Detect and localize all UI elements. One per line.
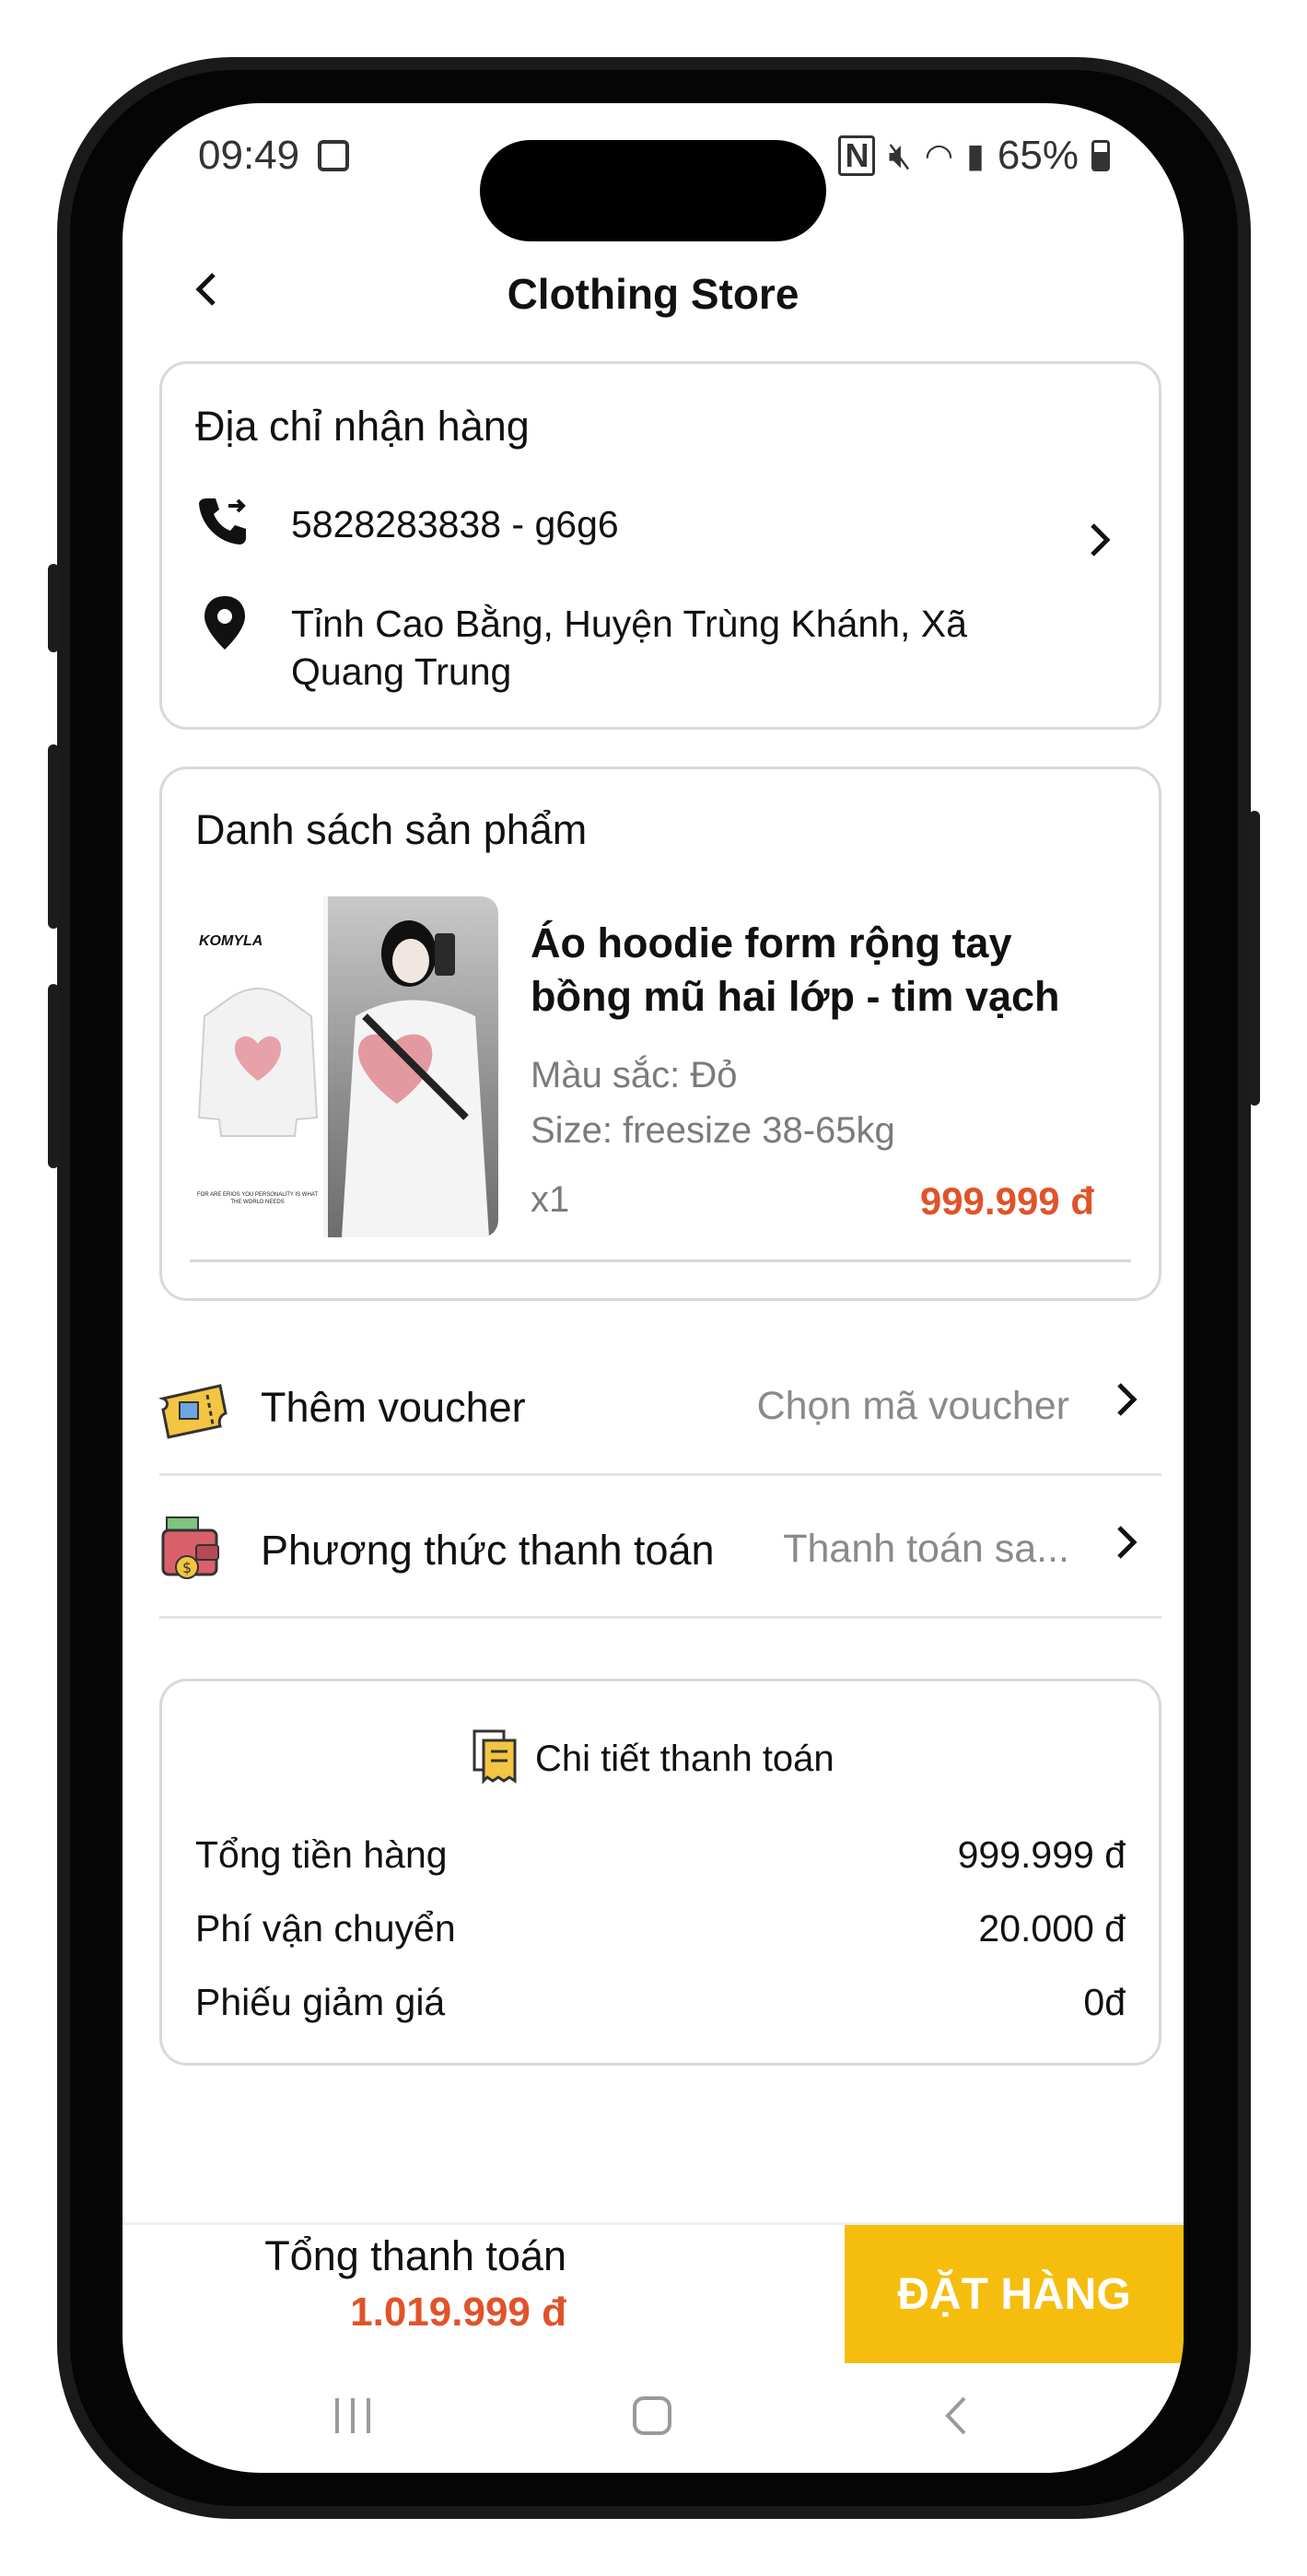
battery-label: 65% [997,133,1079,178]
product-model-photo [328,896,498,1237]
mute-icon: 🔇︎ [888,135,912,176]
hoodie-flat-illustration [197,988,319,1137]
wifi-icon: ◠ [924,136,954,174]
subtotal-row: Tổng tiền hàng 999.999 đ [195,1833,1126,1877]
total-value: 1.019.999 đ [350,2289,566,2335]
payment-method-value: Thanh toán sa... [783,1527,1069,1571]
product-size: Size: freesize 38-65kg [531,1110,895,1151]
product-image-caption: FOR ARE ERIOS YOU PERSONALITY IS WHAT TH… [196,1192,319,1205]
receipt-icon [471,1727,519,1789]
product-image[interactable]: KOMYLA FOR ARE ERIOS YOU PERSONALITY IS … [190,896,498,1237]
product-color: Màu sắc: Đỏ [531,1055,738,1095]
product-brand-logo: KOMYLA [199,933,263,949]
discount-label: Phiếu giảm giá [195,1981,446,2023]
product-divider [190,1259,1131,1262]
dynamic-island [480,140,826,241]
shipping-fee-value: 20.000 đ [978,1907,1126,1950]
voucher-ticket-icon [158,1382,229,1446]
chevron-right-icon [1115,1521,1139,1572]
recent-apps-button[interactable] [330,2388,376,2452]
page-title: Clothing Store [507,270,799,318]
address-phone: 5828283838 - g6g6 [291,503,619,545]
shipping-fee-label: Phí vận chuyển [195,1907,456,1950]
screen: 09:49 N 🔇︎ ◠ ▮ 65% Clothing Store Địa ch… [123,103,1184,2473]
header: Clothing Store [123,232,1184,343]
place-order-button[interactable]: ĐẶT HÀNG [845,2225,1184,2363]
status-icons: N 🔇︎ ◠ ▮ 65% [838,133,1110,179]
voucher-label: Thêm voucher [261,1384,526,1431]
address-detail: Tỉnh Cao Bằng, Huyện Trùng Khánh, Xã Qua… [291,603,967,693]
signal-icon: ▮ [966,136,985,174]
product-price: 999.999 đ [919,1179,1094,1223]
voucher-value: Chọn mã voucher [756,1384,1069,1428]
recent-apps-icon [335,2398,370,2433]
product-name: Áo hoodie form rộng tay bồng mũ hai lớp … [531,919,1060,1020]
address-section-title: Địa chỉ nhận hàng [195,403,530,450]
side-button [1249,811,1260,1106]
svg-text:$: $ [182,1559,192,1576]
side-button [48,564,59,652]
shipping-fee-row: Phí vận chuyển 20.000 đ [195,1907,1126,1950]
products-section-title: Danh sách sản phẩm [195,806,588,853]
system-nav-bar [123,2379,1184,2471]
discount-row: Phiếu giảm giá 0đ [195,1981,1126,2024]
system-back-button[interactable] [933,2388,979,2452]
model-illustration [342,920,489,1237]
discount-value: 0đ [1083,1981,1126,2023]
address-card[interactable]: Địa chỉ nhận hàng 5828283838 - g6g6 Tỉnh… [159,361,1161,730]
phone-forward-icon [195,493,251,553]
subtotal-label: Tổng tiền hàng [195,1833,448,1876]
home-icon [633,2396,671,2435]
products-card: Danh sách sản phẩm KOMYLA FOR ARE ERIOS … [159,767,1161,1301]
nfc-icon: N [838,135,876,176]
voucher-row[interactable]: Thêm voucher Chọn mã voucher [158,1347,1161,1476]
system-back-icon [945,2396,966,2435]
wallet-icon: $ [159,1514,226,1588]
payment-method-row[interactable]: $ Phương thức thanh toán Thanh toán sa..… [159,1490,1161,1619]
product-quantity: x1 [531,1179,570,1220]
home-button[interactable] [629,2388,675,2452]
chevron-right-icon [1089,519,1113,568]
checkout-bar: Tổng thanh toán 1.019.999 đ ĐẶT HÀNG [123,2222,1184,2363]
subtotal-value: 999.999 đ [957,1833,1126,1876]
payment-details-title: Chi tiết thanh toán [535,1739,834,1779]
image-notification-icon [318,140,349,171]
status-bar: 09:49 N 🔇︎ ◠ ▮ 65% [123,103,1184,241]
chevron-right-icon [1115,1378,1139,1429]
side-button [48,984,59,1168]
payment-details-card: Chi tiết thanh toán Tổng tiền hàng 999.9… [159,1679,1161,2066]
side-button [48,744,59,929]
payment-method-label: Phương thức thanh toán [261,1527,715,1574]
battery-icon [1091,140,1110,171]
total-label: Tổng thanh toán [264,2232,566,2279]
status-time: 09:49 [198,133,300,178]
location-pin-icon [201,594,249,656]
